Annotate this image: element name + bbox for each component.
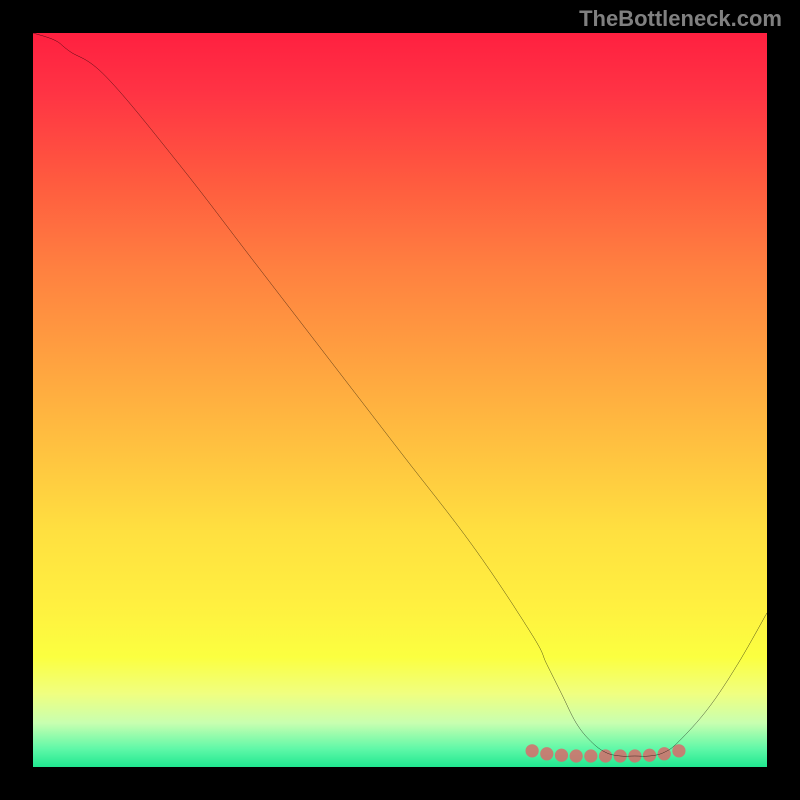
chart-gradient-background — [33, 33, 767, 767]
attribution-text: TheBottleneck.com — [579, 6, 782, 32]
